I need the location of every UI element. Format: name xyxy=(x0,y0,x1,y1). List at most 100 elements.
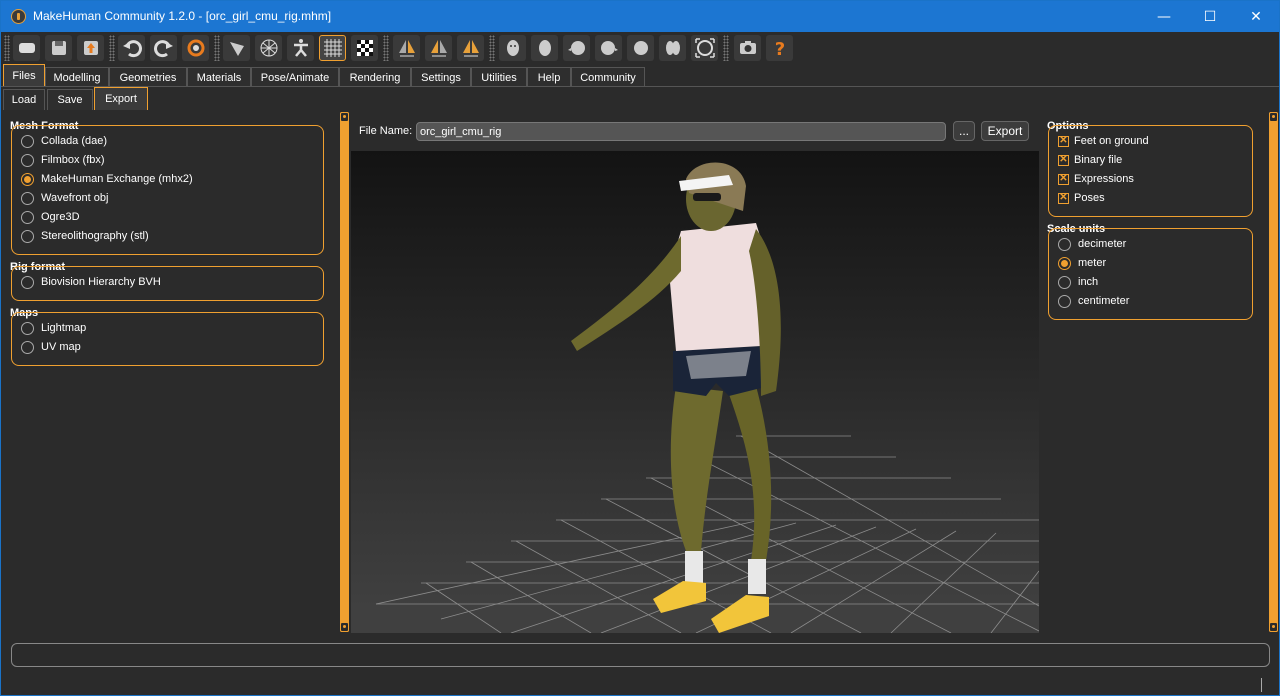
export-button[interactable]: Export xyxy=(981,121,1029,141)
option-poses[interactable]: ✕ Poses xyxy=(1058,189,1105,207)
symmetry-left-icon[interactable] xyxy=(425,35,452,61)
radio-icon xyxy=(21,229,34,243)
scale-unit-option[interactable]: decimeter xyxy=(1058,235,1126,253)
option-label: centimeter xyxy=(1078,295,1130,307)
radio-icon xyxy=(21,321,34,335)
scroll-down-handle[interactable] xyxy=(1269,622,1278,632)
option-label: Filmbox (fbx) xyxy=(41,154,105,166)
option-binary-file[interactable]: ✕ Binary file xyxy=(1058,151,1122,169)
option-label: MakeHuman Exchange (mhx2) xyxy=(41,173,193,185)
option-expressions[interactable]: ✕ Expressions xyxy=(1058,170,1134,188)
export-icon[interactable] xyxy=(77,35,104,61)
toolbar-grip[interactable] xyxy=(214,35,220,61)
maps-option[interactable]: UV map xyxy=(21,338,81,356)
background-icon[interactable] xyxy=(351,35,378,61)
option-label: Collada (dae) xyxy=(41,135,108,147)
size-grip[interactable] xyxy=(1261,678,1262,692)
wireframe-icon[interactable] xyxy=(255,35,282,61)
option-label: Binary file xyxy=(1074,154,1123,166)
option-label: decimeter xyxy=(1078,238,1127,250)
radio-icon xyxy=(21,191,34,205)
tab-files[interactable]: Files xyxy=(3,64,45,87)
option-feet-on-ground[interactable]: ✕ Feet on ground xyxy=(1058,132,1149,150)
toolbar-grip[interactable] xyxy=(109,35,115,61)
scale-unit-option[interactable]: centimeter xyxy=(1058,292,1129,310)
svg-text:?: ? xyxy=(774,39,784,59)
reset-camera-icon[interactable] xyxy=(691,35,718,61)
smooth-icon[interactable] xyxy=(223,35,250,61)
option-label: UV map xyxy=(41,341,81,353)
top-view-icon[interactable] xyxy=(627,35,654,61)
help-icon[interactable]: ? xyxy=(766,35,793,61)
undo-icon[interactable] xyxy=(118,35,145,61)
left-view-icon[interactable] xyxy=(563,35,590,61)
tab-settings[interactable]: Settings xyxy=(411,67,471,87)
grid-icon[interactable] xyxy=(319,35,346,61)
toolbar-grip[interactable] xyxy=(723,35,729,61)
subtab-load[interactable]: Load xyxy=(3,89,45,110)
scroll-down-handle[interactable] xyxy=(340,622,349,632)
radio-icon xyxy=(21,134,34,148)
back-view-icon[interactable] xyxy=(531,35,558,61)
mesh-format-option[interactable]: Wavefront obj xyxy=(21,189,108,207)
mesh-format-option[interactable]: Ogre3D xyxy=(21,208,80,226)
radio-icon xyxy=(1058,275,1071,289)
tab-help[interactable]: Help xyxy=(527,67,571,87)
left-panel-scrollbar[interactable] xyxy=(340,112,349,632)
tab-utilities[interactable]: Utilities xyxy=(471,67,527,87)
scroll-up-handle[interactable] xyxy=(340,112,349,122)
tab-geometries[interactable]: Geometries xyxy=(109,67,187,87)
bottom-view-icon[interactable] xyxy=(659,35,686,61)
pose-icon[interactable] xyxy=(287,35,314,61)
option-label: Poses xyxy=(1074,192,1105,204)
symmetry-right-icon[interactable] xyxy=(393,35,420,61)
radio-icon xyxy=(1058,256,1071,270)
checkbox-checked-icon: ✕ xyxy=(1058,154,1069,166)
maps-option[interactable]: Lightmap xyxy=(21,319,86,337)
files-subtabs: Load Save Export xyxy=(1,86,1279,110)
radio-icon xyxy=(21,210,34,224)
minimize-button[interactable]: — xyxy=(1141,1,1187,32)
file-name-input[interactable] xyxy=(416,122,946,141)
subtab-save[interactable]: Save xyxy=(47,89,93,110)
checkbox-checked-icon: ✕ xyxy=(1058,173,1069,185)
tab-materials[interactable]: Materials xyxy=(187,67,251,87)
scale-unit-option[interactable]: inch xyxy=(1058,273,1098,291)
scale-unit-option[interactable]: meter xyxy=(1058,254,1106,272)
front-view-icon[interactable] xyxy=(499,35,526,61)
close-button[interactable]: ✕ xyxy=(1233,1,1279,32)
tab-rendering[interactable]: Rendering xyxy=(339,67,411,87)
file-name-label: File Name: xyxy=(359,125,413,137)
save-icon[interactable] xyxy=(45,35,72,61)
mesh-format-option[interactable]: Filmbox (fbx) xyxy=(21,151,105,169)
right-panel-scrollbar[interactable] xyxy=(1269,112,1278,632)
new-icon[interactable] xyxy=(13,35,40,61)
redo-icon[interactable] xyxy=(150,35,177,61)
checkbox-checked-icon: ✕ xyxy=(1058,192,1069,204)
tab-community[interactable]: Community xyxy=(571,67,645,87)
toolbar-grip[interactable] xyxy=(489,35,495,61)
scroll-up-handle[interactable] xyxy=(1269,112,1278,122)
option-label: Lightmap xyxy=(41,322,87,334)
mesh-format-option[interactable]: Collada (dae) xyxy=(21,132,107,150)
checkbox-checked-icon: ✕ xyxy=(1058,135,1069,147)
toolbar-grip[interactable] xyxy=(4,35,10,61)
mesh-format-option[interactable]: Stereolithography (stl) xyxy=(21,227,149,245)
maximize-button[interactable]: ☐ xyxy=(1187,1,1233,32)
human-model-render xyxy=(375,162,1039,633)
screenshot-icon[interactable] xyxy=(734,35,761,61)
symmetry-icon[interactable] xyxy=(457,35,484,61)
reset-icon[interactable] xyxy=(182,35,209,61)
mesh-format-option[interactable]: MakeHuman Exchange (mhx2) xyxy=(21,170,193,188)
radio-icon xyxy=(1058,294,1071,308)
title-bar: MakeHuman Community 1.2.0 - [orc_girl_cm… xyxy=(1,1,1279,32)
radio-icon xyxy=(21,153,34,167)
3d-viewport[interactable] xyxy=(351,151,1039,633)
tab-modelling[interactable]: Modelling xyxy=(45,67,109,87)
rig-format-option[interactable]: Biovision Hierarchy BVH xyxy=(21,273,161,291)
browse-button[interactable]: ... xyxy=(953,121,975,141)
tab-pose-animate[interactable]: Pose/Animate xyxy=(251,67,339,87)
right-view-icon[interactable] xyxy=(595,35,622,61)
subtab-export[interactable]: Export xyxy=(94,87,148,110)
toolbar-grip[interactable] xyxy=(383,35,389,61)
